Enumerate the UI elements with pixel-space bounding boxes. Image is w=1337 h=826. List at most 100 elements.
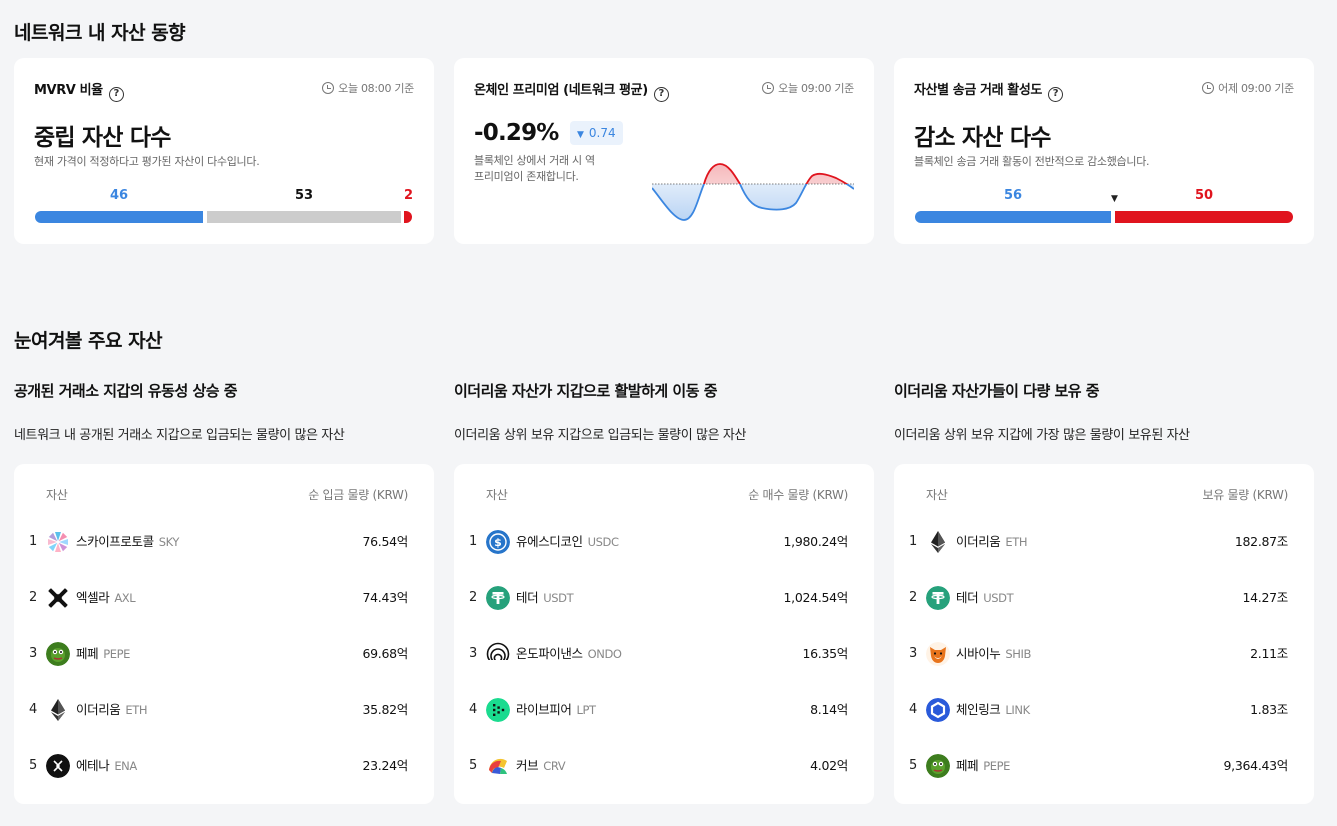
activity-decrease-count: 50 [1195,188,1214,203]
rank-number: 2 [469,590,478,605]
asset-name: 라이브피어 LPT [516,702,597,717]
mvrv-mid-count: 53 [295,188,314,203]
axl-icon [46,586,70,610]
ondo-icon [486,642,510,666]
asset-symbol: USDT [983,591,1014,605]
rank-number: 1 [29,534,38,549]
mvrv-headline: 중립 자산 다수 [34,125,171,151]
asset-name: 이더리움 ETH [76,702,148,717]
table-row[interactable]: 1 이더리움 ETH 182.87조 [894,526,1314,582]
asset-symbol: ONDO [587,647,622,661]
mvrv-description: 현재 가격이 적정하다고 평가된 자산이 다수입니다. [34,155,260,168]
asset-name: 페페 PEPE [956,758,1011,773]
asset-value: 14.27조 [1242,590,1289,605]
activity-bar-decrease [1115,211,1293,223]
clock-icon [1202,82,1215,94]
asset-symbol: USDC [587,535,619,549]
table-row[interactable]: 2 엑셀라 AXL 74.43억 [14,582,434,638]
mvrv-card[interactable]: MVRV 비율? 오늘 08:00 기준 중립 자산 다수 현재 가격이 적정하… [14,58,434,244]
asset-name: 테더 USDT [956,590,1014,605]
table-row[interactable]: 5 페페 PEPE 9,364.43억 [894,750,1314,806]
asset-name: 엑셀라 AXL [76,590,136,605]
rank-number: 1 [469,534,478,549]
table-row[interactable]: 3 온도파이낸스 ONDO 16.35억 [454,638,874,694]
panel-title: 이더리움 자산가 지갑으로 활발하게 이동 중 [454,382,718,400]
table-row[interactable]: 1 스카이프로토콜 SKY 76.54억 [14,526,434,582]
help-icon[interactable]: ? [653,87,669,102]
premium-card[interactable]: 온체인 프리미엄 (네트워크 평균)? 오늘 09:00 기준 -0.29% ▼… [454,58,874,244]
crv-icon [486,754,510,778]
table-row[interactable]: 1 $ 유에스디코인 USDC 1,980.24억 [454,526,874,582]
table-row[interactable]: 4 체인링크 LINK 1.83조 [894,694,1314,750]
table-row[interactable]: 3 페페 PEPE 69.68억 [14,638,434,694]
rank-number: 2 [909,590,918,605]
asset-value: 9,364.43억 [1223,758,1289,773]
asset-symbol: ETH [125,703,148,717]
shib-icon [926,642,950,666]
asset-value: 35.82억 [362,702,409,717]
mvrv-bar-high [404,211,412,223]
panel-description: 네트워크 내 공개된 거래소 지갑으로 입금되는 물량이 많은 자산 [14,428,345,443]
asset-value: 74.43억 [362,590,409,605]
asset-symbol: SKY [158,535,180,549]
rank-number: 1 [909,534,918,549]
column-header-asset: 자산 [926,488,948,502]
asset-symbol: PEPE [103,647,131,661]
activity-timestamp: 어제 09:00 기준 [1202,80,1294,96]
asset-value: 16.35억 [802,646,849,661]
asset-symbol: LINK [1005,703,1030,717]
usdc-icon: $ [486,530,510,554]
asset-value: 76.54억 [362,534,409,549]
asset-name: 온도파이낸스 ONDO [516,646,622,661]
rank-number: 5 [469,758,478,773]
asset-name: 이더리움 ETH [956,534,1028,549]
table-row[interactable]: 2 테더 USDT 14.27조 [894,582,1314,638]
help-icon[interactable]: ? [108,87,124,102]
table-row[interactable]: 5 에테나 ENA 23.24억 [14,750,434,806]
mvrv-title: MVRV 비율? [34,79,124,102]
asset-symbol: ETH [1005,535,1028,549]
mvrv-bar-mid [207,211,401,223]
rank-number: 3 [909,646,918,661]
rank-number: 5 [909,758,918,773]
pepe-icon [926,754,950,778]
asset-symbol: CRV [543,759,566,773]
section-title-watch-assets: 눈여겨볼 주요 자산 [14,330,163,352]
link-icon [926,698,950,722]
sky-icon [46,530,70,554]
asset-value: 182.87조 [1234,534,1288,549]
table-row[interactable]: 2 테더 USDT 1,024.54억 [454,582,874,638]
mvrv-low-count: 46 [110,188,129,203]
rank-number: 4 [469,702,478,717]
table-row[interactable]: 3 시바이누 SHIB 2.11조 [894,638,1314,694]
eth-icon [926,530,950,554]
premium-sparkline [652,163,854,221]
ena-icon [46,754,70,778]
premium-headline: -0.29% [474,120,559,146]
premium-description: 블록체인 상에서 거래 시 역 프리미엄이 존재합니다. [474,154,595,183]
pepe-icon [46,642,70,666]
asset-name: 시바이누 SHIB [956,646,1032,661]
table-row[interactable]: 5 커브 CRV 4.02억 [454,750,874,806]
table-row[interactable]: 4 이더리움 ETH 35.82억 [14,694,434,750]
asset-name: 테더 USDT [516,590,574,605]
asset-symbol: LPT [576,703,597,717]
asset-value: 1.83조 [1250,702,1288,717]
rank-number: 4 [29,702,38,717]
usdt-icon [926,586,950,610]
activity-card[interactable]: 자산별 송금 거래 활성도? 어제 09:00 기준 감소 자산 다수 블록체인… [894,58,1314,244]
asset-value: 8.14억 [810,702,848,717]
down-arrow-icon: ▼ [577,130,584,140]
asset-name: 페페 PEPE [76,646,131,661]
asset-name: 유에스디코인 USDC [516,534,619,549]
asset-symbol: AXL [114,591,136,605]
help-icon[interactable]: ? [1047,87,1063,102]
activity-description: 블록체인 송금 거래 활동이 전반적으로 감소했습니다. [914,155,1150,168]
premium-title: 온체인 프리미엄 (네트워크 평균)? [474,79,669,102]
table-row[interactable]: 4 라이브피어 LPT 8.14억 [454,694,874,750]
mvrv-high-count: 2 [404,188,414,203]
activity-headline: 감소 자산 다수 [914,125,1051,151]
rank-number: 2 [29,590,38,605]
column-header-asset: 자산 [486,488,508,502]
premium-change-badge: ▼ 0.74 [570,121,623,145]
